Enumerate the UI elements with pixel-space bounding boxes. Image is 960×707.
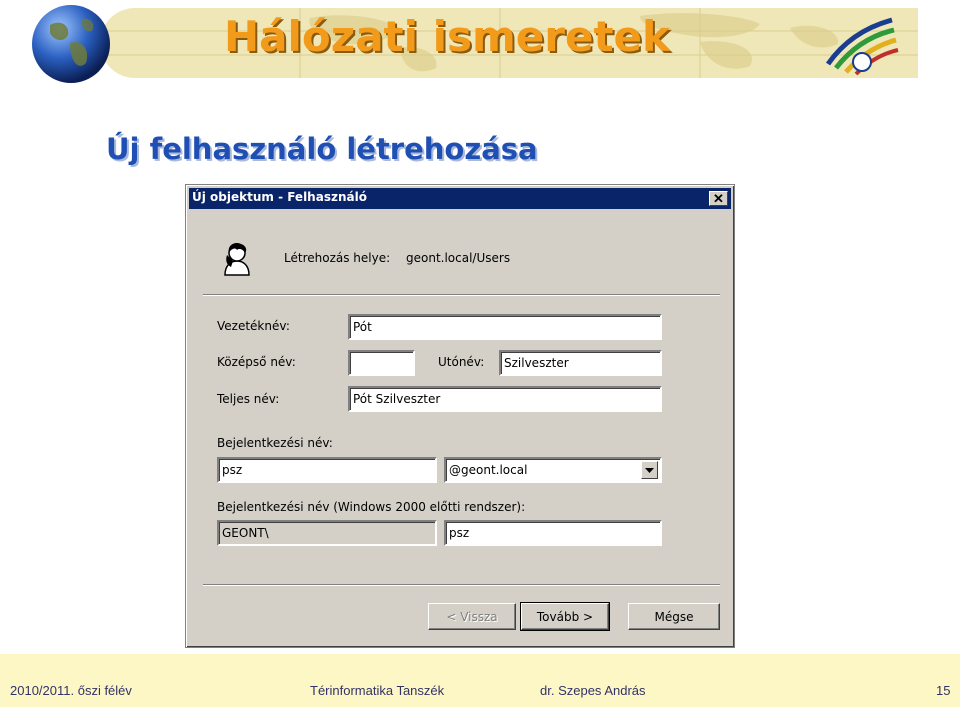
lastname-label: Vezetéknév: <box>217 319 290 333</box>
back-button[interactable]: < Vissza <box>428 603 516 630</box>
lastname-field[interactable]: Pót <box>348 314 662 340</box>
globe-icon <box>32 5 110 83</box>
footer-semester: 2010/2011. őszi félév <box>10 683 132 698</box>
slide-title: Új felhasználó létrehozása <box>106 132 538 166</box>
domain-dropdown-value: @geont.local <box>449 463 528 477</box>
firstname-field[interactable]: Szilveszter <box>499 350 662 376</box>
location-value: geont.local/Users <box>406 251 511 265</box>
slide-footer: 2010/2011. őszi félév Térinformatika Tan… <box>0 654 960 707</box>
dialog-titlebar[interactable]: Új objektum - Felhasználó ✕ <box>189 188 731 209</box>
dialog-title: Új objektum - Felhasználó <box>192 190 367 204</box>
footer-author: dr. Szepes András <box>540 683 646 698</box>
user-icon <box>224 243 250 276</box>
next-button[interactable]: Tovább > <box>520 602 610 631</box>
initials-field[interactable] <box>348 350 415 376</box>
close-button[interactable]: ✕ <box>709 191 728 206</box>
footer-page-number: 15 <box>936 683 951 698</box>
location-label: Létrehozás helye: <box>284 251 391 265</box>
presentation-title: Hálózati ismeretek <box>224 12 670 61</box>
footer-department: Térinformatika Tanszék <box>310 683 445 698</box>
prewin-domain-field: GEONT\ <box>217 520 437 546</box>
fullname-field[interactable]: Pót Szilveszter <box>348 386 662 412</box>
separator-bottom <box>203 584 720 586</box>
close-icon: ✕ <box>713 191 724 206</box>
logon-name-field[interactable]: psz <box>217 457 437 483</box>
new-user-dialog: Új objektum - Felhasználó ✕ Létrehozás h… <box>185 184 735 648</box>
separator-top <box>203 294 720 296</box>
firstname-label: Utónév: <box>438 355 485 369</box>
institution-logo-icon <box>825 17 899 76</box>
fullname-label: Teljes név: <box>217 392 280 406</box>
chevron-down-icon <box>645 467 654 473</box>
logon-name-label: Bejelentkezési név: <box>217 436 333 450</box>
dropdown-arrow-button[interactable] <box>641 461 658 479</box>
prewin-logon-label: Bejelentkezési név (Windows 2000 előtti … <box>217 500 526 514</box>
domain-dropdown[interactable]: @geont.local <box>444 457 662 483</box>
cancel-button[interactable]: Mégse <box>628 603 720 630</box>
header-banner: Hálózati ismeretek <box>100 8 918 78</box>
prewin-username-field[interactable]: psz <box>444 520 662 546</box>
initials-label: Középső név: <box>217 355 296 369</box>
